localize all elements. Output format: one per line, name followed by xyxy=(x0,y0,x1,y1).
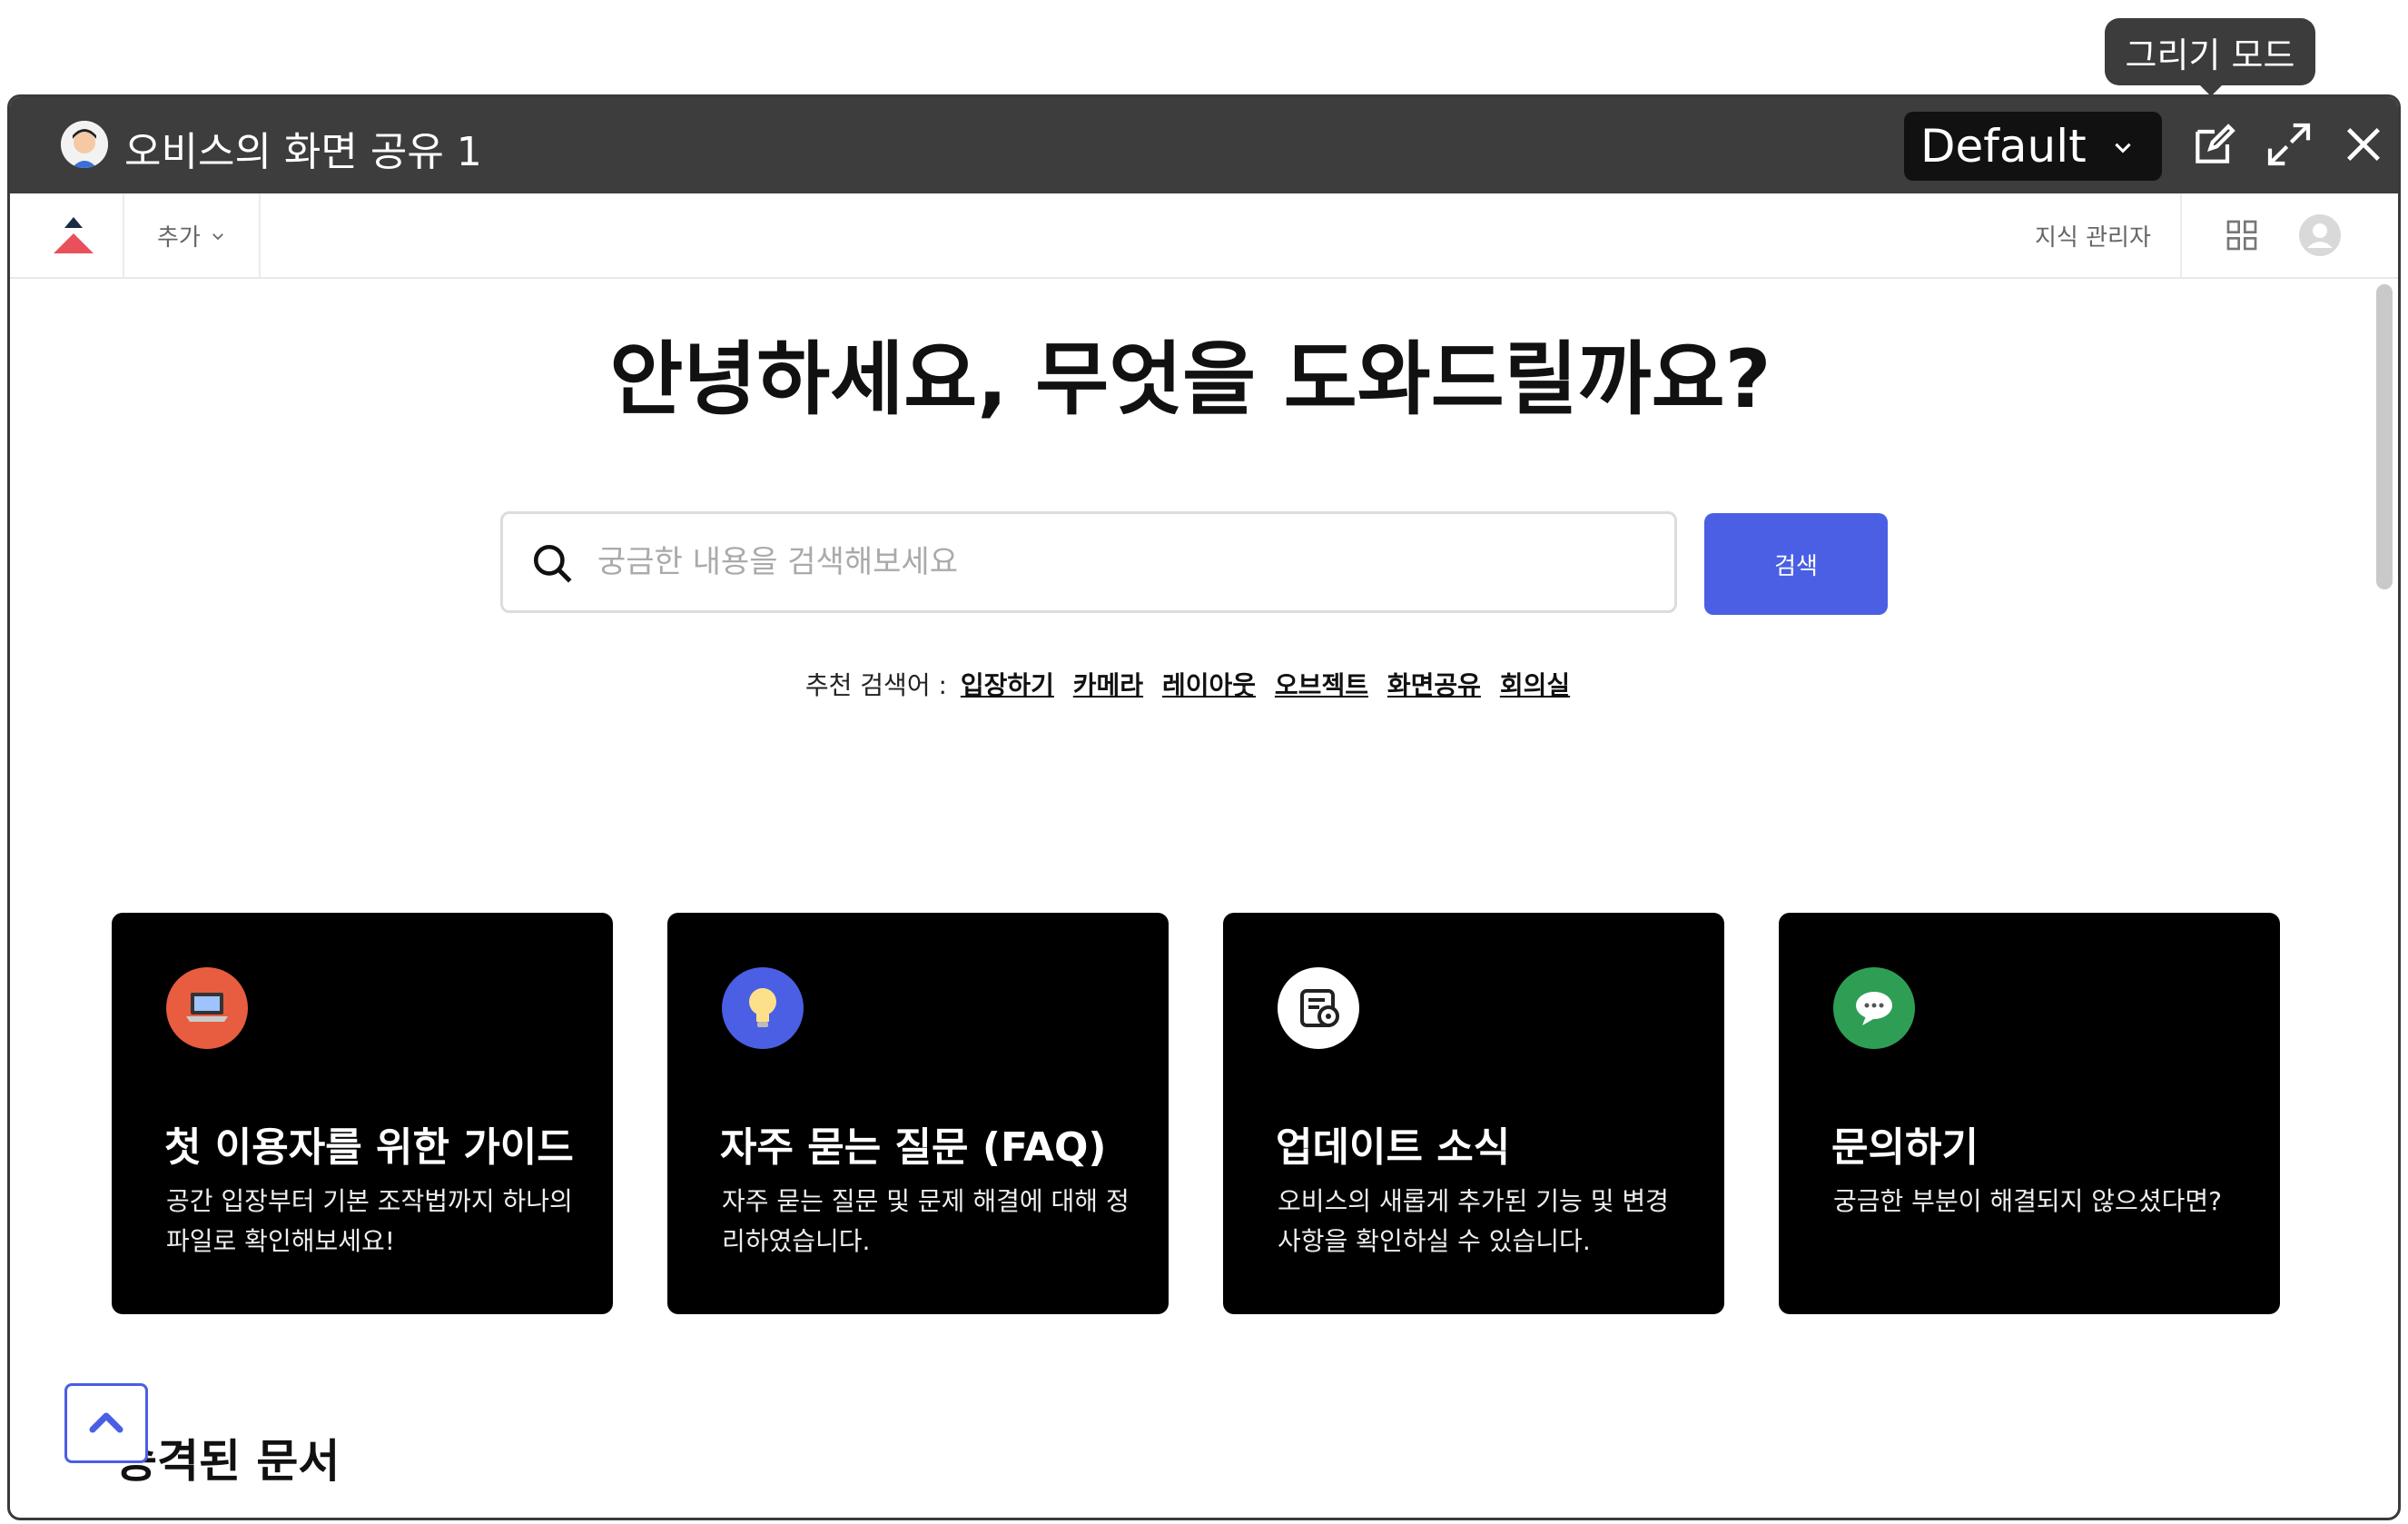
add-menu[interactable]: 추가 xyxy=(157,219,226,252)
laptop-icon xyxy=(166,967,248,1049)
user-profile-icon[interactable] xyxy=(2298,213,2342,257)
hero-heading: 안녕하세요, 무엇을 도와드릴까요? xyxy=(609,332,1771,426)
layout-select-value: Default xyxy=(1920,120,2087,173)
suggested-keywords: 추천 검색어 : 입장하기 카메라 레이아웃 오브젝트 화면공유 회의실 xyxy=(10,666,2371,702)
guide-card[interactable]: 첫 이용자를 위한 가이드 공간 입장부터 기본 조작법까지 하나의 파일로 확… xyxy=(112,913,613,1314)
apps-grid-icon[interactable] xyxy=(2224,217,2260,253)
chevron-down-icon xyxy=(2115,143,2131,153)
knowledge-admin-link[interactable]: 지식 관리자 xyxy=(2035,219,2151,252)
suggested-keyword-link[interactable]: 오브젝트 xyxy=(1275,670,1368,700)
card-description: 자주 묻는 질문 및 문제 해결에 대해 정리하였습니다. xyxy=(722,1186,1130,1256)
nav-divider xyxy=(2180,193,2182,277)
card-title: 첫 이용자를 위한 가이드 xyxy=(164,1124,574,1171)
suggested-keyword-link[interactable]: 화면공유 xyxy=(1387,670,1481,700)
chevron-up-icon xyxy=(89,1412,123,1433)
scrollbar-thumb[interactable] xyxy=(2376,284,2393,589)
card-description: 궁금한 부분이 해결되지 않으셨다면? xyxy=(1833,1186,2222,1216)
suggested-keyword-link[interactable]: 회의실 xyxy=(1500,670,1570,700)
search-icon xyxy=(533,544,572,583)
section-title: 승격된 문서 xyxy=(115,1435,340,1488)
window-title: 오비스의 화면 공유 1 xyxy=(124,129,482,175)
screen-share-window: 오비스의 화면 공유 1 Default 추가 지식 관리자 안녕하세요, 무엇… xyxy=(7,94,2401,1520)
contact-card[interactable]: 문의하기 궁금한 부분이 해결되지 않으셨다면? xyxy=(1779,913,2280,1314)
search-button[interactable]: 검색 xyxy=(1704,513,1888,615)
nav-divider xyxy=(123,193,124,277)
app-navbar: 추가 지식 관리자 xyxy=(10,193,2398,279)
chat-bubble-icon xyxy=(1833,967,1915,1049)
card-title: 문의하기 xyxy=(1831,1124,1979,1171)
suggested-keywords-label: 추천 검색어 : xyxy=(804,670,947,700)
chevron-down-icon xyxy=(212,233,223,240)
close-icon[interactable] xyxy=(2338,119,2389,170)
suggested-keyword-link[interactable]: 카메라 xyxy=(1073,670,1143,700)
layout-select[interactable]: Default xyxy=(1904,112,2162,181)
scroll-to-top-button[interactable] xyxy=(64,1383,148,1463)
updates-card[interactable]: 업데이트 소식 오비스의 새롭게 추가된 기능 및 변경 사항을 확인하실 수 … xyxy=(1223,913,1724,1314)
expand-icon[interactable] xyxy=(2264,119,2314,170)
card-title: 자주 묻는 질문 (FAQ) xyxy=(720,1124,1107,1171)
add-menu-label: 추가 xyxy=(157,224,201,252)
logo[interactable] xyxy=(46,213,101,259)
suggested-keyword-link[interactable]: 레이아웃 xyxy=(1162,670,1256,700)
suggested-keyword-link[interactable]: 입장하기 xyxy=(961,670,1054,700)
drawing-mode-tooltip: 그리기 모드 xyxy=(2105,18,2315,85)
draw-edit-icon[interactable] xyxy=(2189,119,2240,170)
card-description: 오비스의 새롭게 추가된 기능 및 변경 사항을 확인하실 수 있습니다. xyxy=(1278,1186,1669,1256)
faq-card[interactable]: 자주 묻는 질문 (FAQ) 자주 묻는 질문 및 문제 해결에 대해 정리하였… xyxy=(667,913,1169,1314)
nav-divider xyxy=(259,193,261,277)
card-title: 업데이트 소식 xyxy=(1276,1124,1511,1171)
lightbulb-icon xyxy=(722,967,804,1049)
card-description: 공간 입장부터 기본 조작법까지 하나의 파일로 확인해보세요! xyxy=(166,1186,573,1256)
search-input[interactable] xyxy=(597,532,1642,592)
window-titlebar[interactable]: 오비스의 화면 공유 1 Default xyxy=(10,97,2398,193)
update-icon xyxy=(1278,967,1359,1049)
user-avatar xyxy=(61,121,108,168)
search-box[interactable] xyxy=(500,511,1677,613)
